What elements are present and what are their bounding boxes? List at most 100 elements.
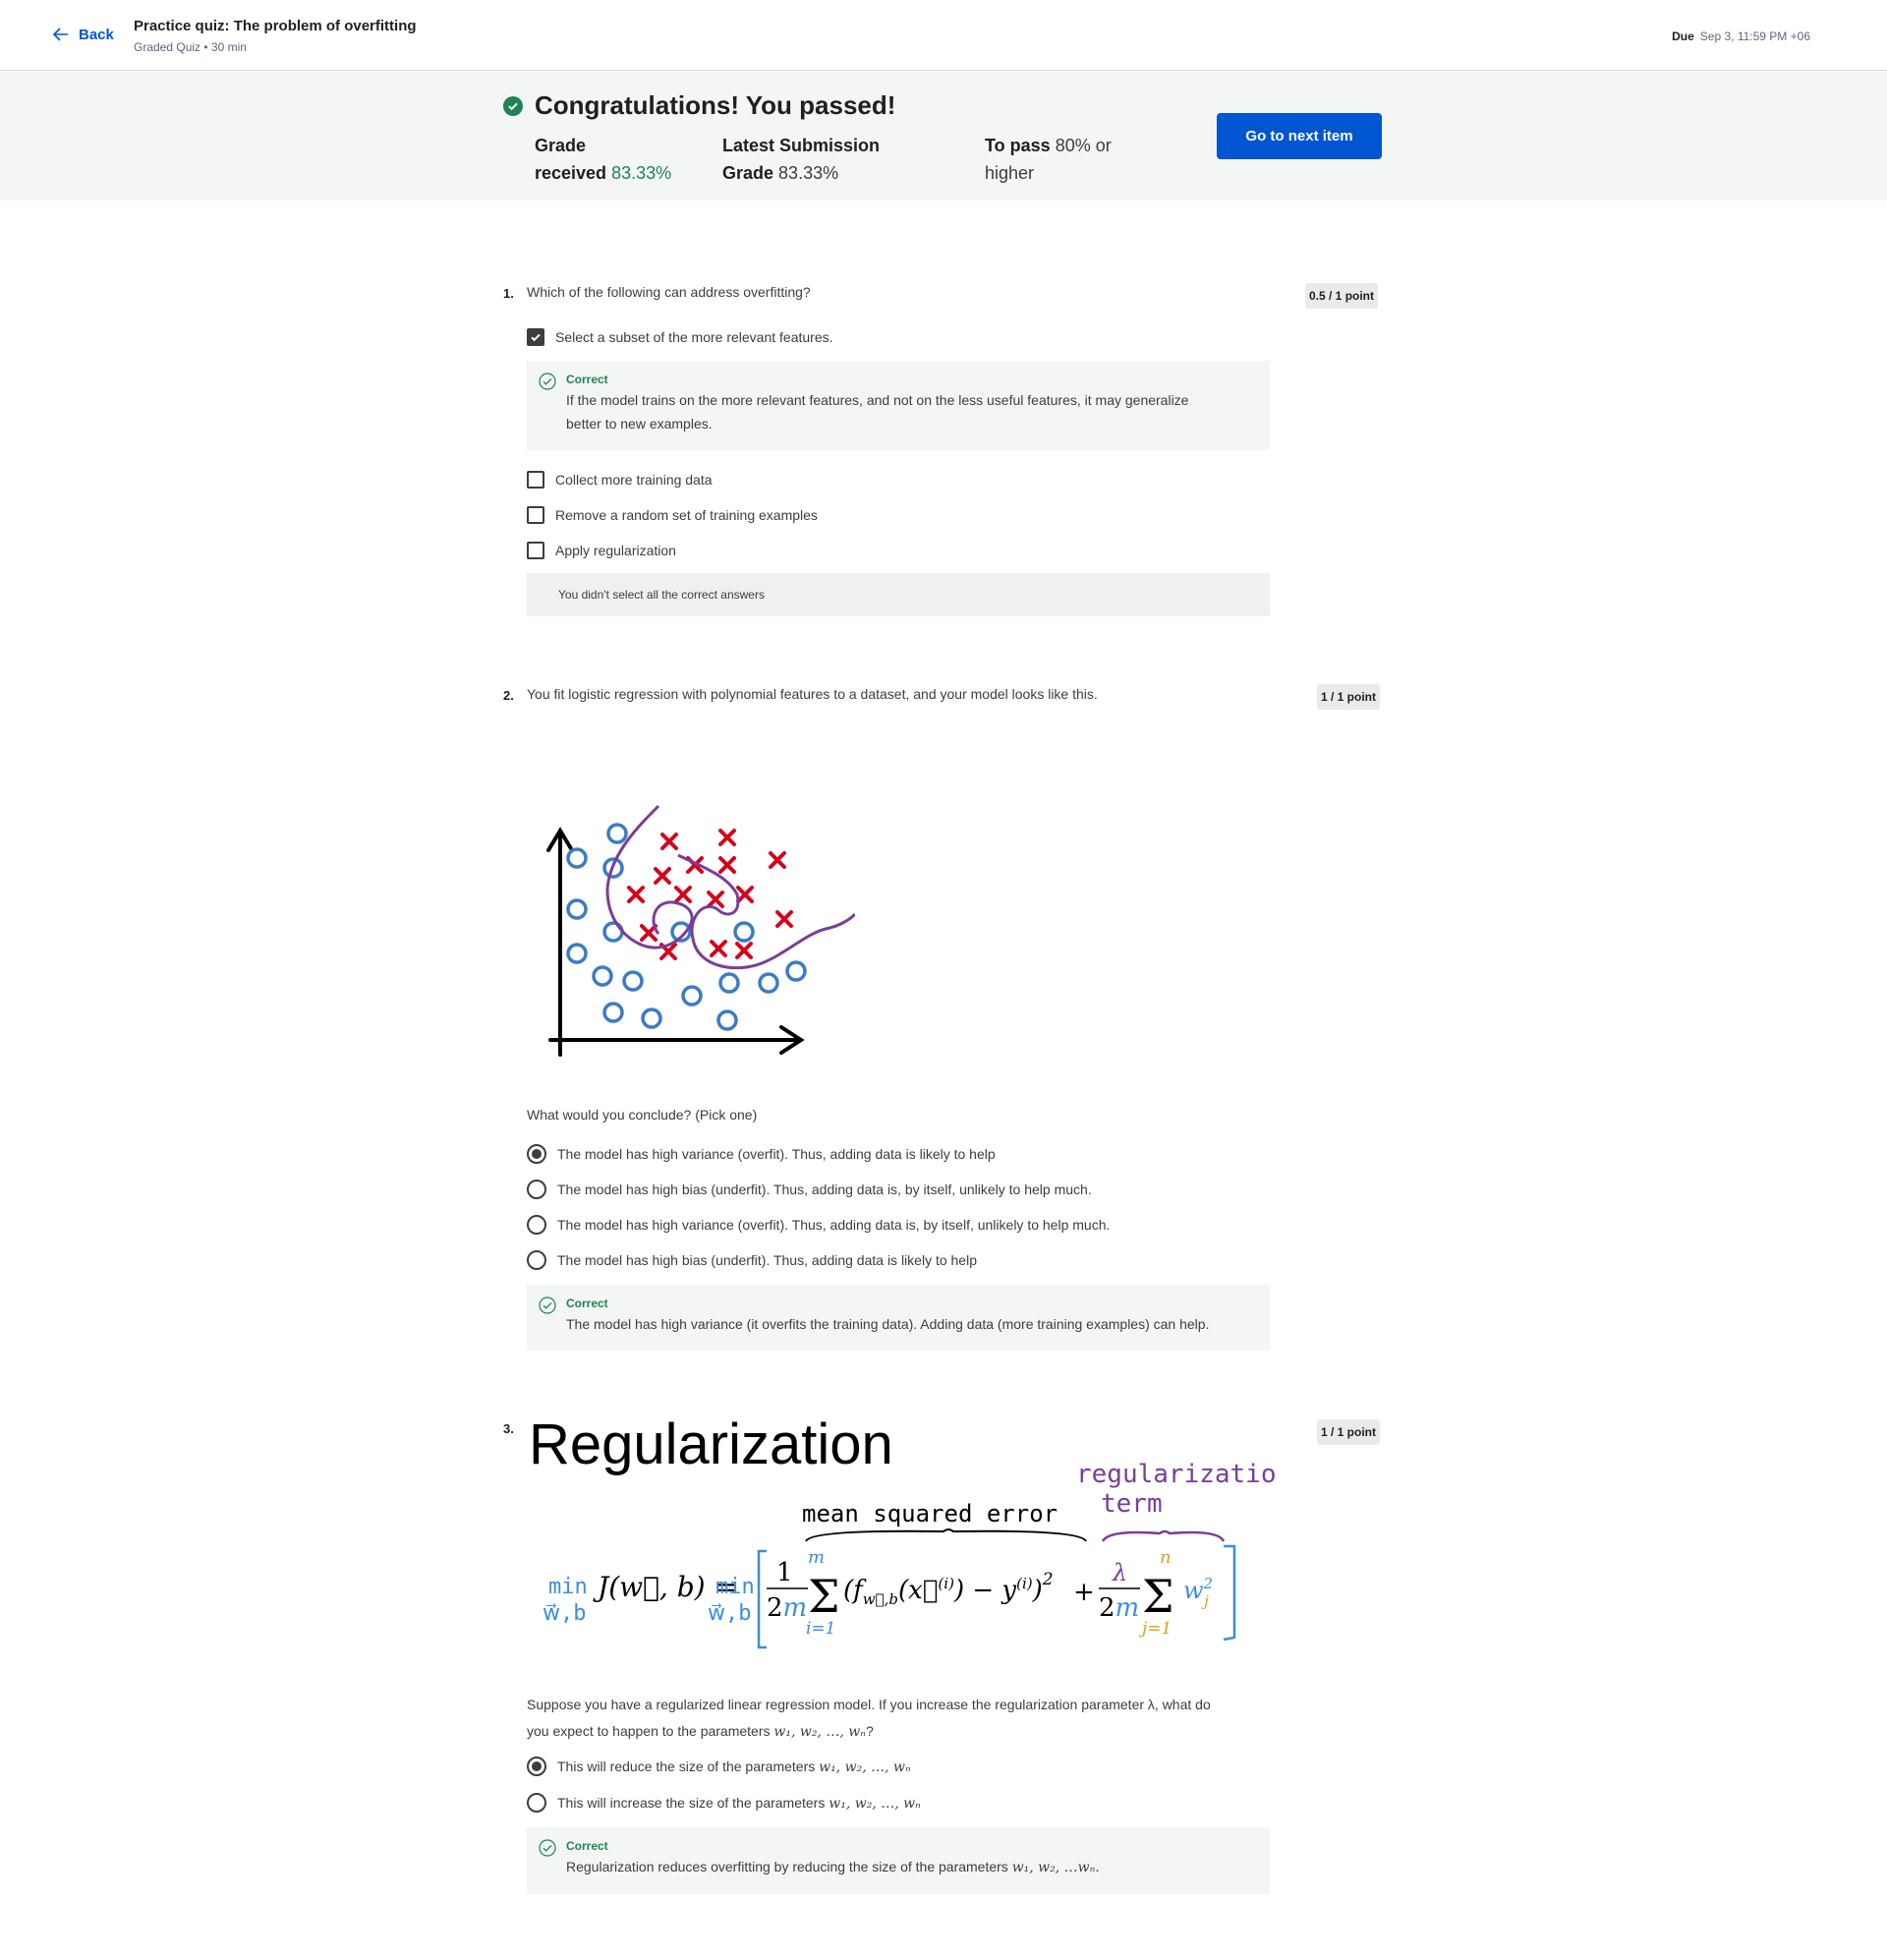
svg-text:2m: 2m: [767, 1593, 807, 1623]
q3-option-1[interactable]: This will reduce the size of the paramet…: [527, 1757, 911, 1776]
question-3-line-2-pre: you expect to happen to the parameters: [527, 1723, 774, 1739]
q2-option-4[interactable]: The model has high bias (underfit). Thus…: [527, 1250, 977, 1270]
svg-text:Σ: Σ: [1142, 1570, 1174, 1623]
q2-option-2[interactable]: The model has high bias (underfit). Thus…: [527, 1180, 1092, 1199]
svg-text:m: m: [808, 1547, 825, 1568]
checkbox-unchecked-icon[interactable]: [527, 542, 544, 559]
svg-text:λ: λ: [1112, 1559, 1127, 1586]
question-1-number: 1.: [503, 286, 514, 301]
result-banner: [0, 72, 1887, 201]
question-2-points: 1 / 1 point: [1317, 684, 1381, 710]
q2-feedback-label: Correct: [566, 1297, 608, 1310]
q1-option-3-label: Remove a random set of training examples: [555, 507, 818, 523]
checkbox-checked-icon[interactable]: [527, 328, 544, 346]
svg-text:(fw⃗,b(x⃗(i)) − y(i))2: (fw⃗,b(x⃗(i)) − y(i))2: [843, 1570, 1054, 1608]
min-label-right: min: [715, 1575, 755, 1599]
q1-option-4-label: Apply regularization: [555, 543, 676, 558]
question-3-params: w₁, w₂, …, wₙ: [773, 1724, 866, 1740]
overfit-decision-boundary-figure: [546, 804, 855, 1057]
latest-value: 83.33%: [778, 163, 839, 183]
q3-feedback-pre: Regularization reduces overfitting by re…: [566, 1859, 1012, 1874]
question-2-number: 2.: [503, 688, 514, 703]
question-3-points: 1 / 1 point: [1317, 1419, 1381, 1445]
class-x-points: [627, 829, 793, 960]
check-circle-outline-icon: [539, 1297, 556, 1314]
passed-text: Congratulations! You passed!: [535, 90, 896, 120]
svg-text:1: 1: [776, 1558, 793, 1587]
q2-feedback-text: The model has high variance (it overfits…: [566, 1316, 1210, 1332]
q1-feedback-line-2: better to new examples.: [566, 416, 713, 432]
go-to-next-item-button[interactable]: Go to next item: [1217, 113, 1382, 159]
question-3-line-1: Suppose you have a regularized linear re…: [527, 1697, 1211, 1712]
due-value: Sep 3, 11:59 PM +06: [1699, 29, 1810, 43]
q3-option-2-text: This will increase the size of the param…: [557, 1794, 829, 1811]
class-o-points: [566, 823, 807, 1031]
svg-text:i=1: i=1: [806, 1619, 836, 1639]
radio-unselected-icon[interactable]: [527, 1793, 546, 1813]
checkbox-unchecked-icon[interactable]: [527, 471, 544, 489]
back-button[interactable]: Back: [51, 25, 114, 44]
checkbox-unchecked-icon[interactable]: [527, 506, 544, 524]
question-3-number: 3.: [503, 1421, 514, 1436]
regularized-cost-function-figure: regularization term mean squared error m…: [543, 1460, 1278, 1649]
passed-heading: Congratulations! You passed!: [503, 90, 895, 121]
radio-unselected-icon[interactable]: [527, 1250, 546, 1270]
svg-text:Σ: Σ: [808, 1570, 840, 1623]
radio-selected-icon[interactable]: [527, 1144, 546, 1164]
question-2-text: You fit logistic regression with polynom…: [527, 686, 1098, 702]
question-1-points: 0.5 / 1 point: [1305, 283, 1379, 309]
wb-label-right: w⃗,b: [708, 1601, 751, 1626]
wb-label-left: w⃗,b: [543, 1601, 586, 1626]
q3-feedback-params: w₁, w₂, …wₙ.: [1011, 1860, 1100, 1875]
annotation-term: term: [1101, 1489, 1163, 1519]
pass-threshold: To pass 80% or higher: [985, 132, 1112, 187]
due-date: Due Sep 3, 11:59 PM +06: [1672, 29, 1810, 43]
q3-option-2-params: w₁, w₂, …, wₙ: [829, 1795, 921, 1812]
svg-text:+: +: [1073, 1578, 1095, 1607]
q1-option-3[interactable]: Remove a random set of training examples: [527, 506, 818, 524]
svg-text:w2j: w2 j: [1183, 1575, 1213, 1610]
q2-option-1-label: The model has high variance (overfit). T…: [557, 1146, 996, 1162]
due-label: Due: [1672, 29, 1694, 43]
q1-feedback: Correct If the model trains on the more …: [527, 361, 1270, 450]
latest-submission: Latest Submission Grade 83.33%: [722, 132, 880, 187]
q3-option-2-label: This will increase the size of the param…: [557, 1795, 921, 1812]
radio-unselected-icon[interactable]: [527, 1215, 546, 1235]
q1-option-2[interactable]: Collect more training data: [527, 471, 713, 489]
q1-feedback-label: Correct: [566, 373, 608, 386]
q3-option-1-text: This will reduce the size of the paramet…: [557, 1758, 820, 1774]
q3-option-1-params: w₁, w₂, …, wₙ: [819, 1758, 911, 1775]
q1-feedback-text: If the model trains on the more relevant…: [566, 388, 1258, 435]
q1-incomplete-notice: You didn't select all the correct answer…: [527, 573, 1270, 616]
q3-feedback-text: Regularization reduces overfitting by re…: [566, 1855, 1258, 1879]
question-1-text: Which of the following can address overf…: [527, 284, 811, 300]
q1-feedback-line-1: If the model trains on the more relevant…: [566, 392, 1189, 408]
q2-option-3[interactable]: The model has high variance (overfit). T…: [527, 1215, 1110, 1235]
q1-option-4[interactable]: Apply regularization: [527, 542, 676, 559]
q2-option-4-label: The model has high bias (underfit). Thus…: [557, 1252, 977, 1268]
grade-label-1: Grade: [535, 136, 587, 155]
q1-option-1[interactable]: Select a subset of the more relevant fea…: [527, 328, 833, 346]
pass-value-2: higher: [985, 163, 1035, 183]
q3-feedback-label: Correct: [566, 1839, 608, 1853]
radio-selected-icon[interactable]: [527, 1757, 546, 1776]
check-circle-outline-icon: [539, 373, 556, 390]
pass-value-1: 80% or: [1055, 136, 1112, 155]
radio-unselected-icon[interactable]: [527, 1180, 546, 1199]
quiz-title: Practice quiz: The problem of overfittin…: [134, 18, 417, 34]
q3-option-2[interactable]: This will increase the size of the param…: [527, 1793, 921, 1813]
check-circle-icon: [503, 95, 523, 116]
top-bar: Back Practice quiz: The problem of overf…: [0, 0, 1887, 71]
arrow-left-icon: [52, 28, 68, 41]
q2-option-3-label: The model has high variance (overfit). T…: [557, 1217, 1111, 1233]
q1-option-1-label: Select a subset of the more relevant fea…: [555, 329, 833, 345]
quiz-subtitle: Graded Quiz • 30 min: [134, 40, 247, 54]
q2-feedback: Correct The model has high variance (it …: [527, 1285, 1270, 1351]
grade-received: Grade received 83.33%: [535, 132, 671, 187]
annotation-regularization: regularization: [1076, 1460, 1278, 1489]
question-3-text: Suppose you have a regularized linear re…: [527, 1692, 1211, 1746]
pass-label: To pass: [985, 136, 1051, 155]
q2-option-1[interactable]: The model has high variance (overfit). T…: [527, 1144, 996, 1164]
min-label-left: min: [548, 1575, 588, 1599]
quiz-title-block: Practice quiz: The problem of overfittin…: [134, 18, 417, 54]
